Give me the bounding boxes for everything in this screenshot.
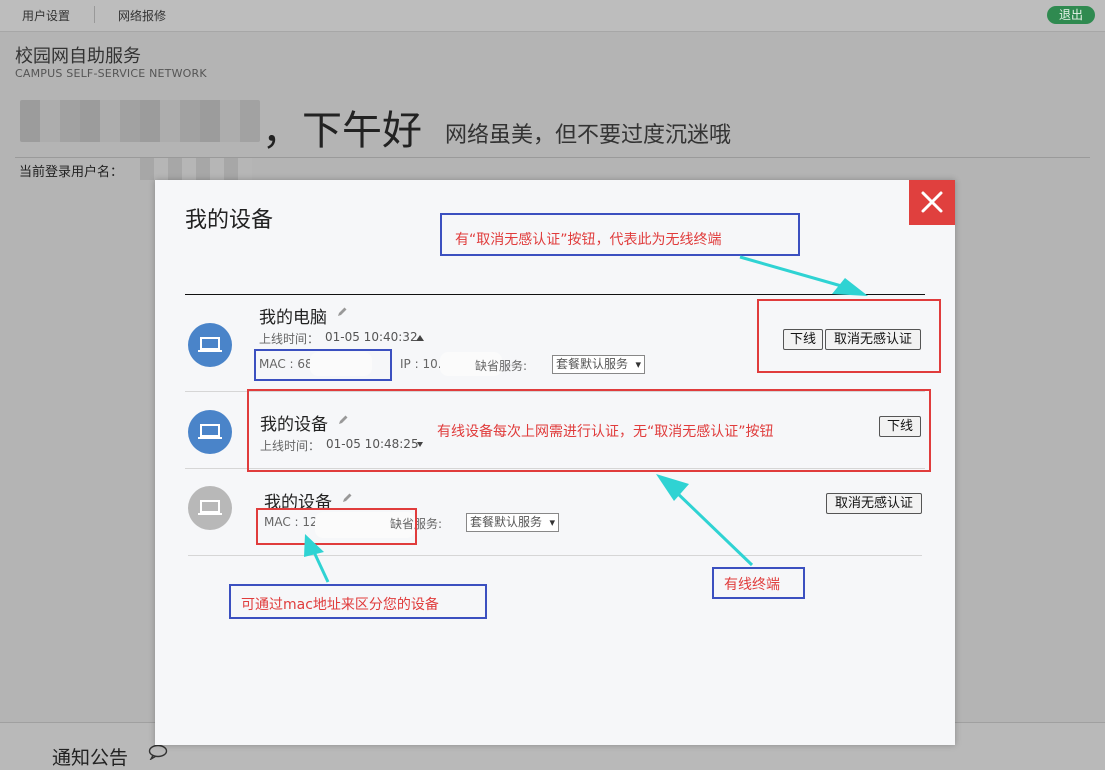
arrow-to-wired-device: [656, 474, 689, 501]
annotation-arrows: [304, 255, 868, 583]
arrow-to-mac: [304, 534, 324, 557]
arrow-to-cancel-auth: [832, 278, 868, 296]
